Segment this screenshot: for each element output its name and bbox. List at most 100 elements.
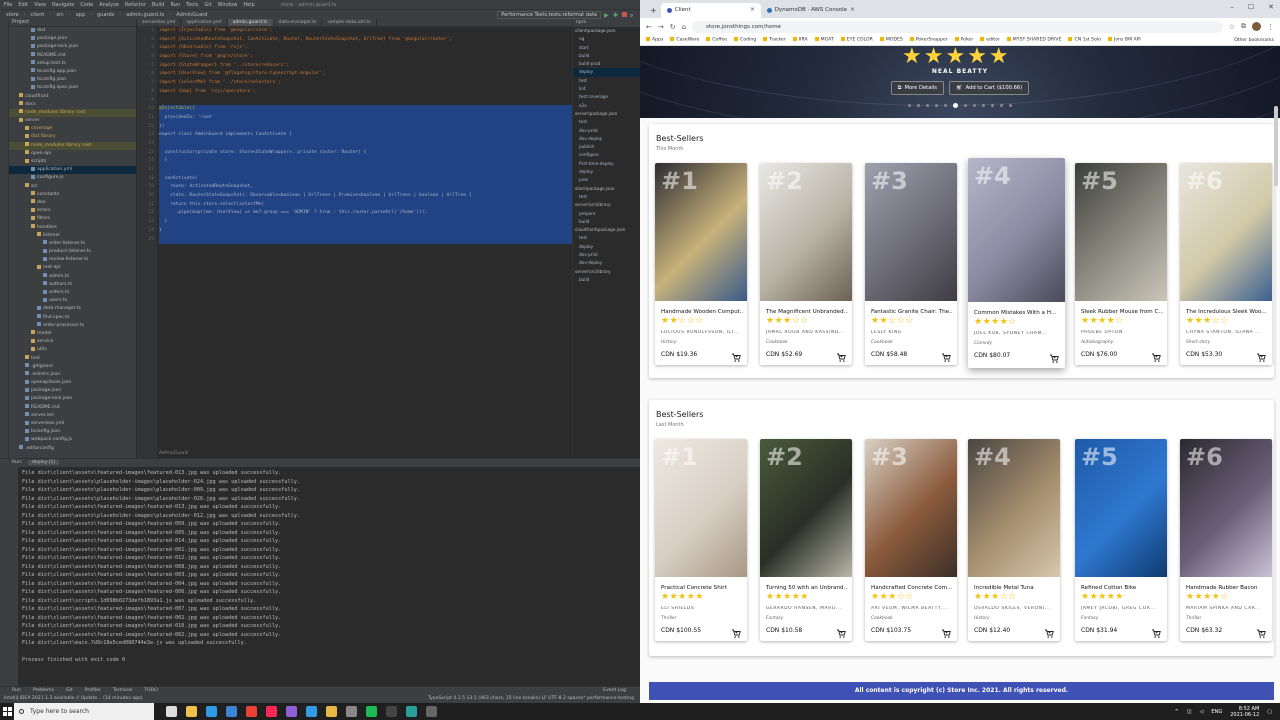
tree-item[interactable]: docs — [9, 101, 136, 109]
carousel-dot[interactable] — [917, 104, 920, 107]
volume-icon[interactable]: ◁ — [1200, 709, 1204, 715]
run-icon[interactable]: ▶ — [604, 12, 610, 19]
npm-script[interactable]: deploy — [573, 168, 640, 176]
url-input[interactable]: store.jonsthings.com/home — [692, 20, 1223, 33]
add-to-cart-button[interactable]: 🛒︎ Add to Cart ($100.66) — [948, 81, 1030, 95]
menu-item-code[interactable]: Code — [80, 2, 93, 8]
code-line[interactable]: import {Injectable} from '@angular/core'… — [159, 27, 640, 36]
terminal-icon[interactable] — [386, 706, 397, 717]
code-line[interactable] — [159, 97, 640, 106]
bottom-tab-profiler[interactable]: Profiler — [85, 687, 101, 695]
bottom-tab-todo[interactable]: TODO — [144, 687, 158, 695]
tree-item[interactable]: utils — [9, 346, 136, 354]
bookmark-item[interactable]: Coffee — [706, 37, 727, 43]
book-title[interactable]: The Incredulous Sleek Woo... — [1186, 309, 1268, 315]
visual-studio-icon[interactable] — [286, 706, 297, 717]
chrome-icon[interactable] — [246, 706, 257, 717]
intellij-icon[interactable] — [266, 706, 277, 717]
tree-item[interactable]: data-manager.ts — [9, 305, 136, 313]
book-card[interactable]: #2 Turning 50 with an Unbrand... ★★★★★ GERA… — [760, 439, 852, 641]
browser-tab[interactable]: Client ✕ — [660, 3, 761, 18]
bookmark-item[interactable]: MGAT — [814, 37, 834, 43]
tree-item[interactable]: package.json — [9, 35, 136, 43]
add-to-cart-icon[interactable] — [1151, 624, 1161, 638]
npm-script[interactable]: build-prod — [573, 60, 640, 68]
npm-script[interactable]: test — [573, 193, 640, 201]
add-to-cart-icon[interactable] — [836, 624, 846, 638]
tree-item[interactable]: authors.ts — [9, 281, 136, 289]
snip-icon[interactable] — [346, 706, 357, 717]
tree-item[interactable]: orders.ts — [9, 289, 136, 297]
code-line[interactable]: }) — [159, 122, 640, 132]
book-cover-image[interactable]: #2 — [760, 439, 852, 577]
npm-script[interactable]: test — [573, 77, 640, 85]
spotify-icon[interactable] — [366, 706, 377, 717]
bookmark-item[interactable]: Jons BM API — [1107, 37, 1141, 43]
menu-item-refactor[interactable]: Refactor — [125, 2, 146, 8]
carousel-dot[interactable] — [908, 104, 911, 107]
npm-script[interactable]: deploy — [573, 243, 640, 251]
tray-up-arrow-icon[interactable]: ^ — [1175, 709, 1179, 715]
npm-script[interactable]: server\package.json — [573, 110, 640, 118]
add-to-cart-icon[interactable] — [1256, 624, 1266, 638]
editor-tab[interactable]: data-manager.ts — [274, 19, 323, 26]
npm-script[interactable]: store\package.json — [573, 185, 640, 193]
tree-item[interactable]: test — [9, 355, 136, 363]
book-title[interactable]: Handmade Rubber Bacon — [1186, 585, 1268, 591]
breadcrumb-item[interactable]: client — [29, 12, 47, 18]
npm-script[interactable]: test:coverage — [573, 93, 640, 101]
tree-item[interactable]: order-processor.ts — [9, 322, 136, 330]
chrome-dev-icon[interactable] — [406, 706, 417, 717]
code-line[interactable]: import {Observable} from 'rxjs'; — [159, 44, 640, 53]
book-title[interactable]: Sleek Rubber Mouse from C... — [1081, 309, 1163, 315]
event-log-button[interactable]: Event Log — [603, 687, 626, 695]
tree-item[interactable]: node_modules library root — [9, 108, 136, 118]
browser-tab[interactable]: DynamoDB · AWS Console ✕ — [761, 3, 861, 18]
npm-script[interactable]: prepare — [573, 210, 640, 218]
debug-icon[interactable]: ✱ — [613, 12, 619, 19]
start-button[interactable] — [0, 703, 14, 720]
other-bookmarks[interactable]: Other bookmarks — [1234, 38, 1280, 43]
back-icon[interactable]: ← — [646, 23, 652, 31]
more-details-button[interactable]: ⧉ More Details — [890, 81, 944, 95]
tree-item[interactable]: cloudfront — [9, 93, 136, 101]
tree-item[interactable]: src — [9, 183, 136, 191]
bookmark-item[interactable]: Apps — [646, 37, 663, 43]
tree-item[interactable]: tsconfig.json — [9, 428, 136, 436]
tree-item[interactable]: .eslintrc.json — [9, 371, 136, 379]
tree-item[interactable]: service — [9, 338, 136, 346]
tree-item[interactable]: review-listener.ts — [9, 256, 136, 264]
tree-item[interactable]: setup.test.ts — [9, 60, 136, 68]
add-to-cart-icon[interactable] — [731, 348, 741, 362]
project-panel-title[interactable]: Project — [9, 19, 136, 27]
code-line[interactable]: .pipe(map((me: UserView) => me?.group ==… — [159, 209, 640, 219]
tree-item[interactable]: dao — [9, 199, 136, 207]
code-line[interactable]: import {Store} from '@ngrx/store'; — [159, 53, 640, 62]
menu-dots-icon[interactable]: ⋮ — [1267, 23, 1274, 31]
npm-script[interactable]: configure — [573, 151, 640, 159]
tree-item[interactable]: dist — [9, 27, 136, 35]
bookmark-item[interactable]: MODES — [879, 37, 903, 43]
carousel-dot[interactable] — [935, 104, 938, 107]
npm-script[interactable]: dev-deploy — [573, 259, 640, 267]
task-view-icon[interactable] — [166, 706, 177, 717]
book-card[interactable]: #6 The Incredulous Sleek Woo... ★★★☆☆ CHYNA… — [1180, 163, 1272, 365]
explorer-icon[interactable] — [186, 706, 197, 717]
menu-item-analyze[interactable]: Analyze — [99, 2, 119, 8]
code-line[interactable]: route: ActivatedRouteSnapshot, — [159, 183, 640, 193]
menu-item-edit[interactable]: Edit — [18, 2, 28, 8]
folder-icon[interactable] — [326, 706, 337, 717]
menu-item-build[interactable]: Build — [152, 2, 165, 8]
tree-item[interactable]: openapitools.json — [9, 379, 136, 387]
add-to-cart-icon[interactable] — [941, 624, 951, 638]
carousel-dot[interactable] — [926, 104, 929, 107]
npm-script[interactable]: lint — [573, 85, 640, 93]
tree-item[interactable]: configure.js — [9, 174, 136, 182]
tree-item[interactable]: order-listener.ts — [9, 240, 136, 248]
book-card[interactable]: #1 Handmade Wooden Comput... ★★☆☆☆ LUCIOUS … — [655, 163, 747, 365]
npm-script[interactable]: cloudfront\package.json — [573, 226, 640, 234]
tree-item[interactable]: model — [9, 330, 136, 338]
book-cover-image[interactable]: #1 — [655, 439, 747, 577]
carousel-dot[interactable] — [944, 104, 947, 107]
carousel-dot[interactable] — [982, 104, 985, 107]
